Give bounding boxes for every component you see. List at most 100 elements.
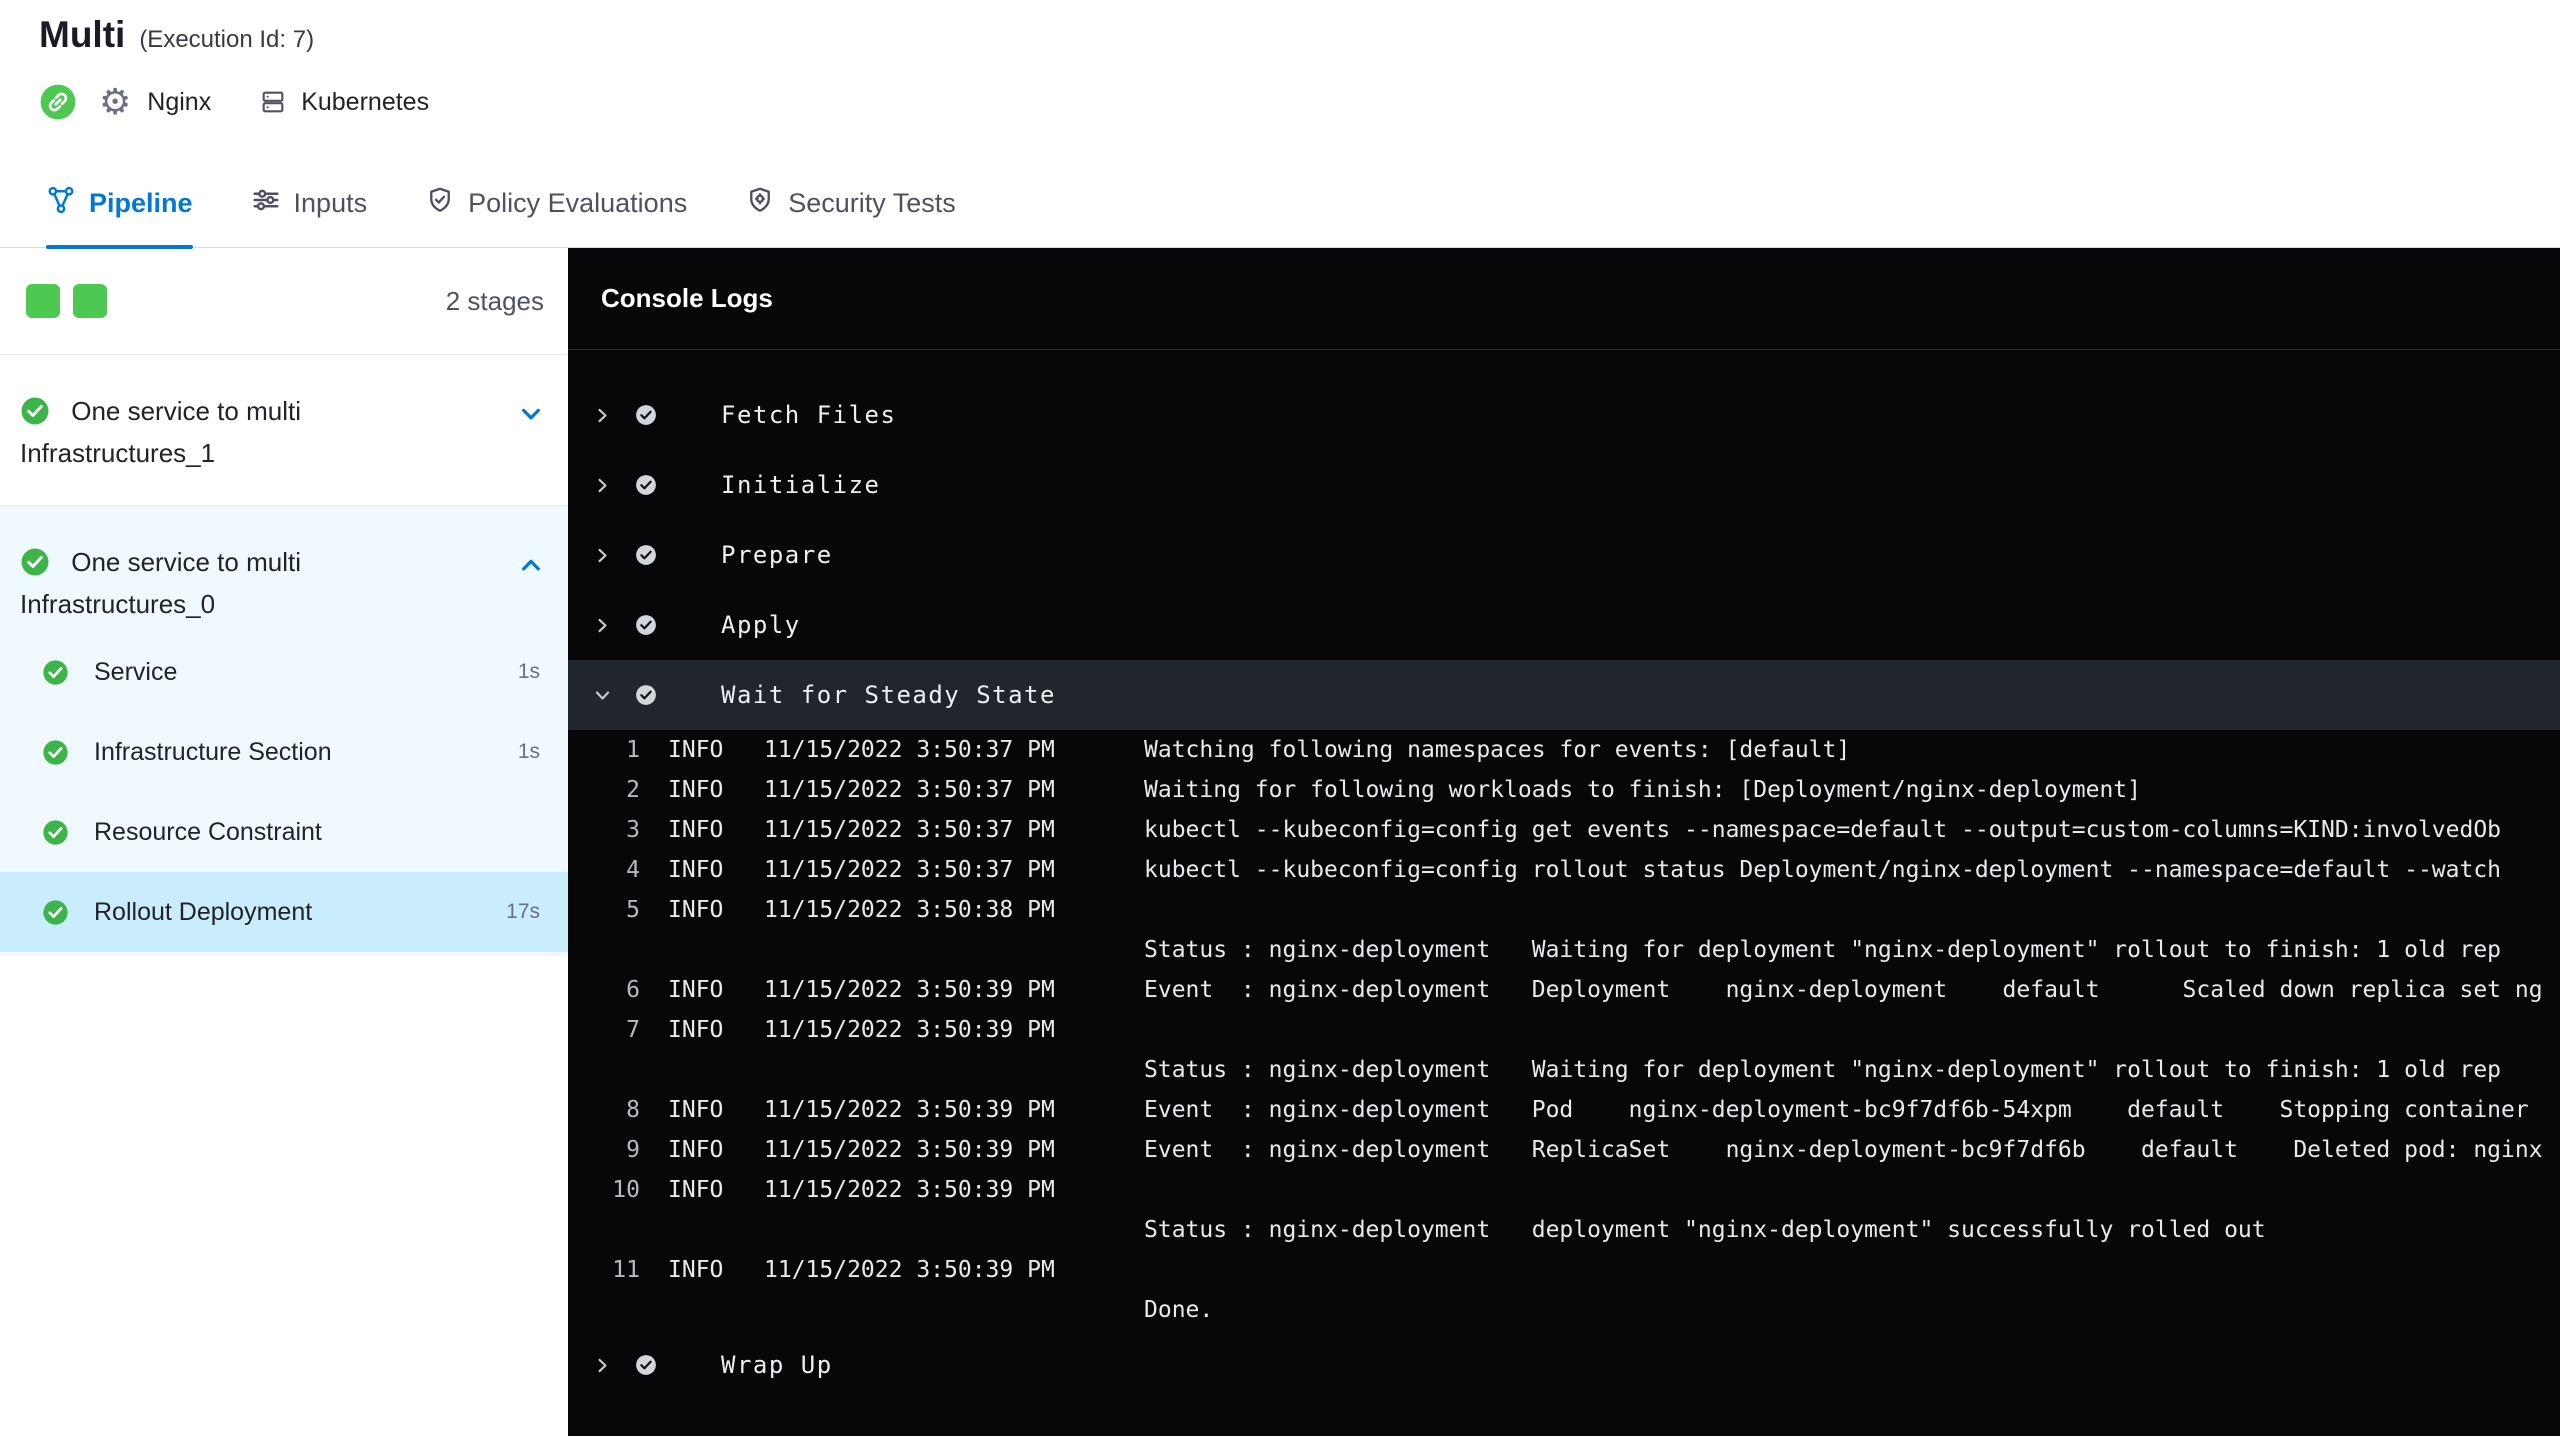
log-line-number: 10 — [612, 1177, 640, 1203]
log-message: Watching following namespaces for events… — [1144, 737, 1851, 763]
step-name: Infrastructure Section — [94, 737, 332, 766]
chevron-right-icon — [593, 1356, 613, 1375]
step-rollout-deployment[interactable]: Rollout Deployment 17s — [0, 872, 568, 952]
step-infrastructure-section[interactable]: Infrastructure Section 1s — [0, 712, 568, 792]
log-message: Waiting for following workloads to finis… — [1144, 777, 2141, 803]
log-line-number: 9 — [626, 1137, 640, 1163]
log-message: Event : nginx-deployment Pod nginx-deplo… — [1144, 1097, 2529, 1123]
log-level: INFO — [668, 777, 724, 803]
stage-one-service-to-multi-infrastructures-0[interactable]: One service to multi Infrastructures_0 — [0, 506, 568, 632]
log-line: 10 INFO 11/15/2022 3:50:39 PM — [568, 1170, 2560, 1210]
log-timestamp: 11/15/2022 3:50:37 PM — [764, 737, 1055, 763]
log-line-number: 4 — [626, 857, 640, 883]
log-line: 3 INFO 11/15/2022 3:50:37 PM kubectl --kube… — [568, 810, 2560, 850]
log-section-wait-for-steady-state[interactable]: Wait for Steady State — [568, 660, 2560, 730]
log-line-number: 6 — [626, 977, 640, 1003]
log-section-prepare[interactable]: Prepare — [568, 520, 2560, 590]
log-message: Status : nginx-deployment Waiting for de… — [1144, 937, 2502, 963]
log-section-initialize[interactable]: Initialize — [568, 450, 2560, 520]
step-name: Resource Constraint — [94, 817, 322, 846]
log-line-number: 1 — [626, 737, 640, 763]
log-section-wrap-up[interactable]: Wrap Up — [568, 1330, 2560, 1400]
step-success-check-icon — [635, 474, 657, 496]
log-line-continuation: Done. — [568, 1290, 2560, 1330]
console-body: Fetch Files Initialize Prepare Apply Wai… — [568, 350, 2560, 1400]
log-timestamp: 11/15/2022 3:50:39 PM — [764, 1017, 1055, 1043]
log-line: 6 INFO 11/15/2022 3:50:39 PM Event : nginx-… — [568, 970, 2560, 1010]
log-line: 5 INFO 11/15/2022 3:50:38 PM — [568, 890, 2560, 930]
log-line: 1 INFO 11/15/2022 3:50:37 PM Watching follo… — [568, 730, 2560, 770]
tab-policy-evaluations[interactable]: Policy Evaluations — [425, 160, 687, 247]
step-success-check-icon — [635, 684, 657, 706]
expanded-stage-container: One service to multi Infrastructures_0 S… — [0, 506, 568, 956]
stage-label: One service to multi Infrastructures_1 — [20, 393, 494, 471]
tab-pipeline-label: Pipeline — [89, 188, 193, 218]
stage-name: One service to multi Infrastructures_0 — [20, 547, 301, 619]
title-row: Multi (Execution Id: 7) — [39, 0, 2560, 56]
log-message: Event : nginx-deployment ReplicaSet ngin… — [1144, 1137, 2543, 1163]
console-panel: Console Logs Fetch Files Initialize Prep… — [568, 248, 2560, 1436]
console-header: Console Logs — [568, 248, 2560, 350]
tab-policy-evaluations-label: Policy Evaluations — [468, 188, 688, 218]
log-level: INFO — [668, 1177, 724, 1203]
log-timestamp: 11/15/2022 3:50:37 PM — [764, 857, 1055, 883]
chevron-right-icon — [593, 406, 613, 425]
log-message: Status : nginx-deployment Waiting for de… — [1144, 1057, 2502, 1083]
service-link-icon — [39, 83, 77, 121]
tab-inputs[interactable]: Inputs — [251, 160, 368, 247]
chevron-down-icon — [593, 686, 613, 705]
kubernetes-infrastructure-icon — [259, 88, 287, 116]
shield-check-icon — [425, 185, 455, 222]
tab-inputs-label: Inputs — [293, 188, 368, 218]
log-level: INFO — [668, 1097, 724, 1123]
log-message: Status : nginx-deployment deployment "ng… — [1144, 1217, 2266, 1243]
stage-count: 2 stages — [445, 285, 544, 316]
success-check-icon — [20, 548, 57, 583]
log-level: INFO — [668, 897, 724, 923]
step-success-check-icon — [635, 404, 657, 426]
inputs-icon — [251, 185, 281, 222]
log-timestamp: 11/15/2022 3:50:37 PM — [764, 817, 1055, 843]
stage-name: One service to multi Infrastructures_1 — [20, 396, 301, 468]
chevron-right-icon — [593, 616, 613, 635]
chevron-up-icon[interactable] — [518, 552, 544, 583]
log-level: INFO — [668, 1257, 724, 1283]
log-timestamp: 11/15/2022 3:50:39 PM — [764, 1257, 1055, 1283]
log-section-title: Wrap Up — [721, 1351, 833, 1379]
chevron-down-icon[interactable] — [518, 401, 544, 432]
log-section-fetch-files[interactable]: Fetch Files — [568, 380, 2560, 450]
log-message: kubectl --kubeconfig=config get events -… — [1144, 817, 2502, 843]
stage-one-service-to-multi-infrastructures-1[interactable]: One service to multi Infrastructures_1 — [0, 355, 568, 506]
log-level: INFO — [668, 1017, 724, 1043]
execution-tabbar: Pipeline Inputs Policy Evaluations Secur… — [0, 160, 2560, 249]
log-line-number: 2 — [626, 777, 640, 803]
log-line: 4 INFO 11/15/2022 3:50:37 PM kubectl --kube… — [568, 850, 2560, 890]
tab-security-tests-label: Security Tests — [788, 188, 956, 218]
service-name: Nginx — [147, 87, 212, 116]
step-service[interactable]: Service 1s — [0, 632, 568, 712]
log-level: INFO — [668, 817, 724, 843]
log-message: Done. — [1144, 1297, 1214, 1323]
step-resource-constraint[interactable]: Resource Constraint — [0, 792, 568, 872]
environment-name: Kubernetes — [301, 87, 430, 116]
log-section-title: Prepare — [721, 541, 833, 569]
log-section-apply[interactable]: Apply — [568, 590, 2560, 660]
stage-status-square — [26, 284, 60, 318]
log-timestamp: 11/15/2022 3:50:39 PM — [764, 977, 1055, 1003]
pipeline-icon — [46, 185, 76, 222]
log-line: 11 INFO 11/15/2022 3:50:39 PM — [568, 1250, 2560, 1290]
success-check-icon — [42, 739, 69, 766]
step-name: Rollout Deployment — [94, 897, 313, 926]
chevron-right-icon — [593, 546, 613, 565]
step-name: Service — [94, 657, 178, 686]
log-timestamp: 11/15/2022 3:50:39 PM — [764, 1177, 1055, 1203]
tab-pipeline[interactable]: Pipeline — [46, 160, 193, 249]
stages-sidebar: 2 stages One service to multi Infrastruc… — [0, 248, 568, 1436]
step-duration: 17s — [506, 900, 540, 923]
page-title: Multi — [39, 14, 126, 55]
tab-security-tests[interactable]: Security Tests — [745, 160, 956, 247]
log-line-continuation: Status : nginx-deployment Waiting for de… — [568, 1050, 2560, 1090]
execution-id: (Execution Id: 7) — [139, 26, 315, 53]
execution-meta-row: ⚙ Nginx Kubernetes — [39, 80, 2560, 124]
log-line-number: 3 — [626, 817, 640, 843]
